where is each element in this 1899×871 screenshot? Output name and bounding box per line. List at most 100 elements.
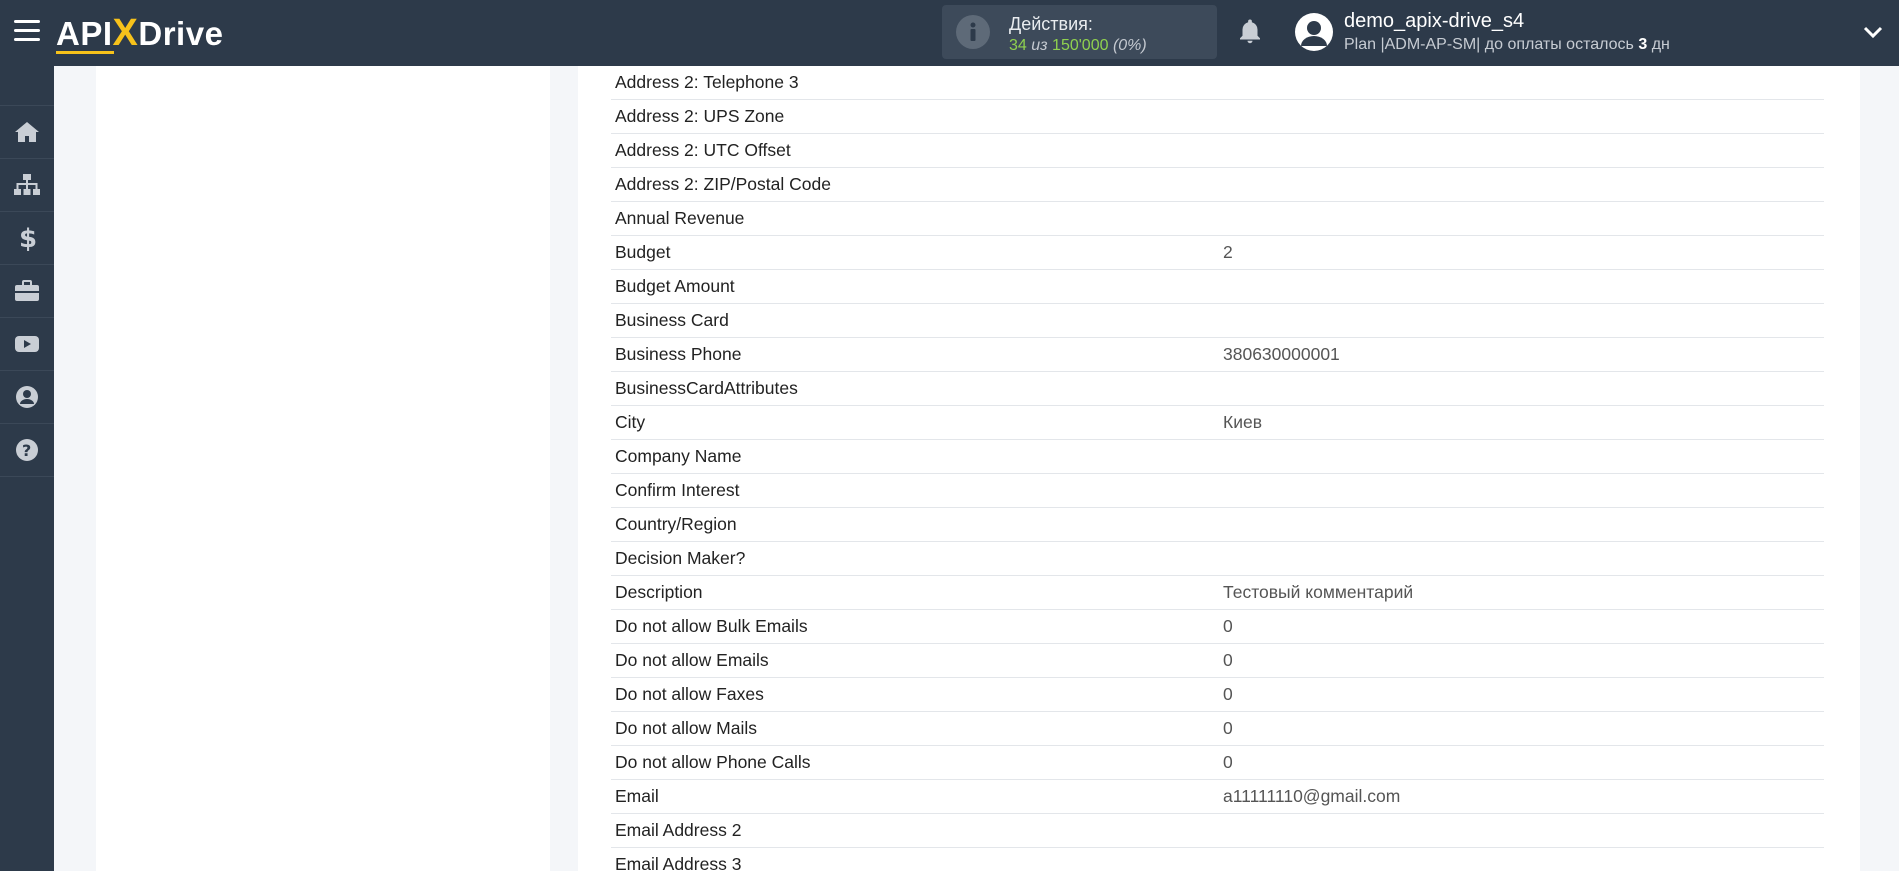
- table-row: Email a11111110@gmail.com: [611, 780, 1824, 814]
- notifications-bell-icon[interactable]: [1235, 17, 1265, 47]
- field-name: Annual Revenue: [615, 208, 745, 228]
- logo-text-x: X: [112, 12, 139, 54]
- briefcase-icon: [15, 280, 39, 301]
- sidebar: $ ?: [0, 66, 54, 871]
- field-name: BusinessCardAttributes: [615, 378, 798, 398]
- sitemap-icon: [14, 174, 40, 195]
- sidebar-item-home[interactable]: [0, 105, 54, 159]
- apix-drive-logo[interactable]: APIXDrive: [56, 10, 223, 56]
- logo-text-drive: Drive: [138, 15, 224, 52]
- table-row: Address 2: Telephone 3: [611, 66, 1824, 100]
- field-value: a11111110@gmail.com: [1223, 786, 1401, 806]
- table-row: Description Тестовый комментарий: [611, 576, 1824, 610]
- table-row: Budget 2: [611, 236, 1824, 270]
- field-name: Do not allow Bulk Emails: [615, 616, 808, 636]
- table-row: Confirm Interest: [611, 474, 1824, 508]
- actions-of: из: [1031, 37, 1048, 54]
- actions-percent: (0%): [1112, 37, 1147, 54]
- svg-text:?: ?: [22, 441, 31, 460]
- field-name: Email: [615, 786, 659, 806]
- table-row: BusinessCardAttributes: [611, 372, 1824, 406]
- field-name: Do not allow Mails: [615, 718, 757, 738]
- user-plan: Plan |ADM-AP-SM| до оплаты осталось 3 дн: [1344, 36, 1670, 54]
- field-name: Email Address 2: [615, 820, 742, 840]
- field-name: Budget: [615, 242, 671, 262]
- table-row: Business Phone 380630000001: [611, 338, 1824, 372]
- user-avatar-icon[interactable]: [1295, 13, 1333, 51]
- field-name: Business Phone: [615, 344, 742, 364]
- field-value: Киев: [1223, 412, 1262, 432]
- table-row: Email Address 2: [611, 814, 1824, 848]
- field-name: Email Address 3: [615, 854, 742, 871]
- plan-days: 3: [1638, 36, 1648, 53]
- field-value: 0: [1223, 718, 1233, 738]
- field-name: Do not allow Phone Calls: [615, 752, 811, 772]
- table-row: Address 2: UTC Offset: [611, 134, 1824, 168]
- field-name: Do not allow Faxes: [615, 684, 764, 704]
- plan-days-unit: дн: [1651, 36, 1670, 53]
- home-icon: [15, 122, 39, 142]
- field-value: 2: [1223, 242, 1233, 262]
- table-row: Address 2: ZIP/Postal Code: [611, 168, 1824, 202]
- menu-toggle-icon[interactable]: [14, 20, 40, 44]
- chevron-down-icon[interactable]: [1862, 24, 1884, 40]
- actions-total: 150'000: [1052, 37, 1109, 54]
- plan-text: Plan |ADM-AP-SM| до оплаты осталось: [1344, 36, 1634, 53]
- table-row: Budget Amount: [611, 270, 1824, 304]
- field-name: Budget Amount: [615, 276, 735, 296]
- table-row: City Киев: [611, 406, 1824, 440]
- field-name: Confirm Interest: [615, 480, 740, 500]
- field-name: Company Name: [615, 446, 742, 466]
- logo-underline: [56, 51, 114, 54]
- table-row: Business Card: [611, 304, 1824, 338]
- field-name: Address 2: ZIP/Postal Code: [615, 174, 831, 194]
- field-name: Address 2: Telephone 3: [615, 72, 799, 92]
- left-panel: [96, 66, 550, 871]
- question-icon: ?: [16, 439, 38, 461]
- field-value: 380630000001: [1223, 344, 1340, 364]
- table-row: Annual Revenue: [611, 202, 1824, 236]
- field-value: 0: [1223, 616, 1233, 636]
- user-info[interactable]: demo_apix-drive_s4 Plan |ADM-AP-SM| до о…: [1344, 10, 1670, 54]
- sidebar-item-tools[interactable]: [0, 265, 54, 318]
- table-row: Do not allow Bulk Emails 0: [611, 610, 1824, 644]
- field-name: Address 2: UTC Offset: [615, 140, 791, 160]
- sidebar-item-connections[interactable]: [0, 159, 54, 212]
- field-name: Country/Region: [615, 514, 737, 534]
- actions-counter: Действия: 34 из 150'000 (0%): [942, 5, 1217, 59]
- sidebar-item-video[interactable]: [0, 318, 54, 371]
- table-row: Country/Region: [611, 508, 1824, 542]
- table-row: Do not allow Emails 0: [611, 644, 1824, 678]
- table-row: Decision Maker?: [611, 542, 1824, 576]
- field-value: 0: [1223, 650, 1233, 670]
- user-circle-icon: [16, 386, 38, 408]
- field-name: Do not allow Emails: [615, 650, 769, 670]
- field-value: 0: [1223, 684, 1233, 704]
- field-value: 0: [1223, 752, 1233, 772]
- table-row: Do not allow Phone Calls 0: [611, 746, 1824, 780]
- info-icon: [956, 15, 990, 49]
- user-name: demo_apix-drive_s4: [1344, 10, 1525, 32]
- actions-used: 34: [1009, 37, 1027, 54]
- field-name: Decision Maker?: [615, 548, 746, 568]
- logo-text-api: API: [56, 15, 113, 52]
- table-row: Address 2: UPS Zone: [611, 100, 1824, 134]
- field-name: Description: [615, 582, 703, 602]
- field-value: Тестовый комментарий: [1223, 582, 1414, 602]
- sidebar-item-billing[interactable]: $: [0, 212, 54, 265]
- sidebar-item-profile[interactable]: [0, 371, 54, 424]
- sidebar-item-help[interactable]: ?: [0, 424, 54, 477]
- field-data-panel: Address 2: Telephone 3 Address 2: UPS Zon…: [578, 66, 1860, 871]
- youtube-icon: [15, 336, 39, 352]
- svg-text:$: $: [19, 225, 36, 251]
- dollar-icon: $: [19, 225, 36, 251]
- actions-label: Действия:: [1009, 14, 1093, 34]
- top-bar: APIXDrive Действия: 34 из 150'000 (0%) d…: [0, 0, 1899, 66]
- table-row: Company Name: [611, 440, 1824, 474]
- table-row: Do not allow Mails 0: [611, 712, 1824, 746]
- actions-usage: 34 из 150'000 (0%): [1009, 37, 1147, 55]
- table-row: Do not allow Faxes 0: [611, 678, 1824, 712]
- table-row: Email Address 3: [611, 848, 1824, 871]
- field-name: Address 2: UPS Zone: [615, 106, 785, 126]
- field-name: City: [615, 412, 646, 432]
